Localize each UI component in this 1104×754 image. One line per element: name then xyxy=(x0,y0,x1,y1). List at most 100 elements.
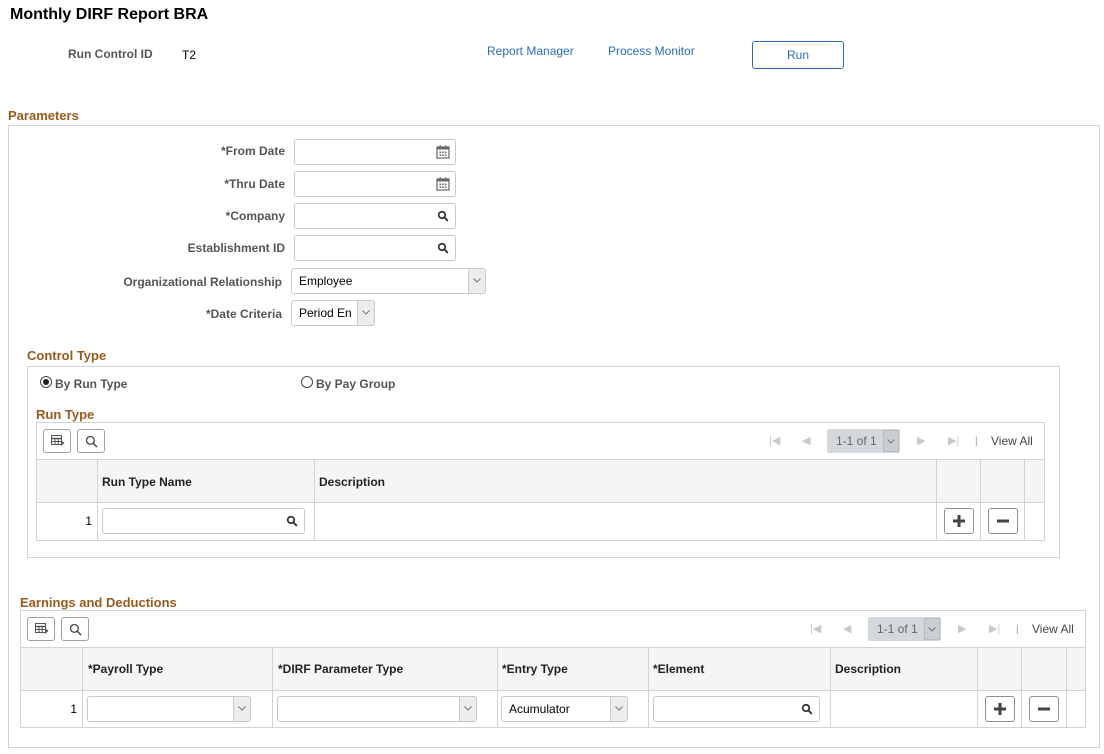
column-divider xyxy=(497,647,498,727)
plus-icon xyxy=(952,514,966,528)
column-header-entry-type: *Entry Type xyxy=(502,662,568,676)
delete-row-button[interactable] xyxy=(988,508,1018,534)
row-number: 1 xyxy=(85,514,92,528)
plus-icon xyxy=(993,702,1007,716)
row-number: 1 xyxy=(70,702,77,716)
grid-personalize-icon xyxy=(35,623,49,635)
by-run-type-label[interactable]: By Run Type xyxy=(55,377,127,391)
process-monitor-link[interactable]: Process Monitor xyxy=(608,44,695,58)
first-page-icon[interactable]: |◀ xyxy=(769,434,780,447)
chevron-down-icon[interactable] xyxy=(233,697,250,721)
column-divider xyxy=(648,647,649,727)
payroll-type-select[interactable] xyxy=(87,696,251,722)
chevron-down-icon[interactable] xyxy=(459,697,476,721)
find-in-grid-button[interactable] xyxy=(77,429,105,453)
chevron-down-icon[interactable] xyxy=(610,697,627,721)
establishment-id-input[interactable] xyxy=(294,235,456,261)
next-icon[interactable]: ▶ xyxy=(958,622,966,635)
company-input[interactable] xyxy=(294,203,456,229)
earnings-pager[interactable]: 1-1 of 1 xyxy=(868,617,941,641)
report-manager-link[interactable]: Report Manager xyxy=(487,44,574,58)
column-header-run-type-name: Run Type Name xyxy=(102,475,192,489)
find-in-grid-button[interactable] xyxy=(61,617,89,641)
column-header-description: Description xyxy=(319,475,386,489)
establishment-id-label: Establishment ID xyxy=(187,241,285,255)
personalize-grid-button[interactable] xyxy=(27,617,55,641)
column-header-element: *Element xyxy=(653,662,705,676)
earnings-deductions-title: Earnings and Deductions xyxy=(20,595,177,610)
from-date-input[interactable] xyxy=(294,139,456,165)
calendar-icon[interactable] xyxy=(436,145,450,159)
by-pay-group-label[interactable]: By Pay Group xyxy=(316,377,395,391)
next-icon[interactable]: ▶ xyxy=(917,434,925,447)
column-divider xyxy=(936,459,937,540)
from-date-label: *From Date xyxy=(220,144,285,158)
add-row-button[interactable] xyxy=(944,508,974,534)
add-row-button[interactable] xyxy=(985,696,1015,722)
entry-type-select[interactable]: Acumulator xyxy=(501,696,628,722)
column-divider xyxy=(1024,459,1025,540)
column-header-dirf-parameter-type: *DIRF Parameter Type xyxy=(278,662,404,676)
chevron-down-icon[interactable] xyxy=(357,301,374,325)
control-type-heading: Control Type xyxy=(27,348,107,363)
pager-text: 1-1 of 1 xyxy=(877,622,918,636)
column-divider xyxy=(1021,647,1022,727)
column-divider xyxy=(97,459,98,540)
view-all-link[interactable]: View All xyxy=(991,434,1033,448)
org-relationship-label: Organizational Relationship xyxy=(123,275,282,289)
pager-separator: | xyxy=(1016,624,1019,635)
date-criteria-value: Period En xyxy=(299,306,352,320)
thru-date-label: *Thru Date xyxy=(224,177,285,191)
column-divider xyxy=(314,459,315,540)
search-icon[interactable] xyxy=(437,242,449,254)
thru-date-input[interactable] xyxy=(294,171,456,197)
grid-personalize-icon xyxy=(51,435,65,447)
org-relationship-select[interactable]: Employee xyxy=(291,268,486,294)
column-header-payroll-type: *Payroll Type xyxy=(88,662,164,676)
last-page-icon[interactable]: ▶| xyxy=(989,622,1000,635)
chevron-down-icon[interactable] xyxy=(924,618,940,640)
pager-separator: | xyxy=(975,436,978,447)
search-icon[interactable] xyxy=(437,210,449,222)
previous-icon[interactable]: ◀ xyxy=(843,622,851,635)
dirf-parameter-type-select[interactable] xyxy=(277,696,477,722)
run-control-id-label: Run Control ID xyxy=(68,47,153,61)
run-control-id-value: T2 xyxy=(182,48,197,62)
chevron-down-icon[interactable] xyxy=(883,430,899,452)
company-label: *Company xyxy=(225,209,285,223)
delete-row-button[interactable] xyxy=(1029,696,1059,722)
find-icon xyxy=(85,435,98,448)
search-icon[interactable] xyxy=(801,703,813,715)
last-page-icon[interactable]: ▶| xyxy=(948,434,959,447)
minus-icon xyxy=(1037,702,1051,716)
run-type-grid-title: Run Type xyxy=(36,407,95,422)
date-criteria-select[interactable]: Period En xyxy=(291,300,375,326)
find-icon xyxy=(69,623,82,636)
date-criteria-label: *Date Criteria xyxy=(205,307,282,321)
element-input[interactable] xyxy=(653,696,820,722)
search-icon[interactable] xyxy=(286,515,298,527)
by-run-type-radio[interactable] xyxy=(40,376,52,388)
column-divider xyxy=(1066,647,1067,727)
minus-icon xyxy=(996,514,1010,528)
view-all-link[interactable]: View All xyxy=(1032,622,1074,636)
run-button[interactable]: Run xyxy=(752,41,844,69)
org-relationship-value: Employee xyxy=(299,274,353,288)
run-type-pager[interactable]: 1-1 of 1 xyxy=(827,429,900,453)
chevron-down-icon[interactable] xyxy=(468,269,485,293)
previous-icon[interactable]: ◀ xyxy=(802,434,810,447)
column-divider xyxy=(980,459,981,540)
parameters-heading: Parameters xyxy=(8,108,79,123)
column-divider xyxy=(830,647,831,727)
column-divider xyxy=(82,647,83,727)
run-type-name-input[interactable] xyxy=(102,508,305,534)
by-pay-group-radio[interactable] xyxy=(301,376,313,388)
column-divider xyxy=(977,647,978,727)
personalize-grid-button[interactable] xyxy=(43,429,71,453)
page-title: Monthly DIRF Report BRA xyxy=(10,6,209,23)
pager-text: 1-1 of 1 xyxy=(836,434,877,448)
calendar-icon[interactable] xyxy=(436,177,450,191)
first-page-icon[interactable]: |◀ xyxy=(810,622,821,635)
column-divider xyxy=(272,647,273,727)
column-header-description: Description xyxy=(835,662,902,676)
